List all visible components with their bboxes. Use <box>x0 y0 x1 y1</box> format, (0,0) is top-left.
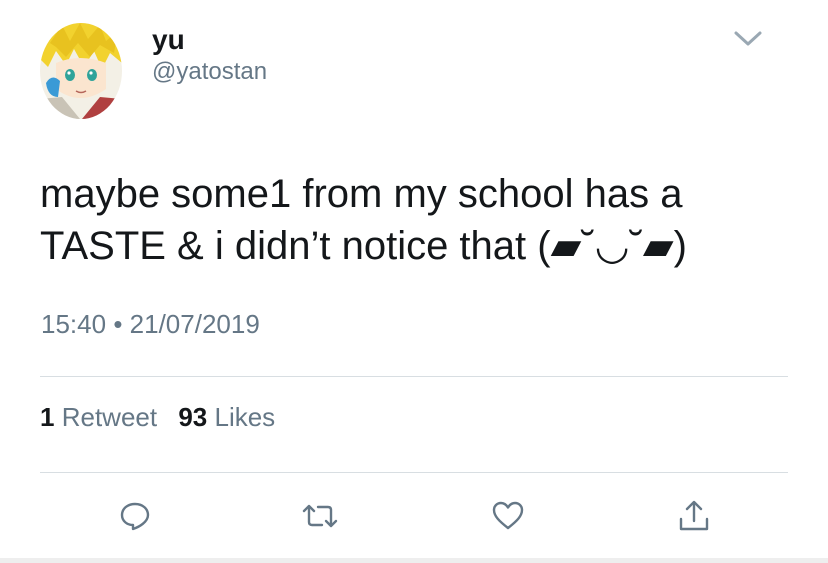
divider <box>40 376 788 377</box>
heart-icon <box>492 501 524 530</box>
user-handle[interactable]: @yatostan <box>152 58 267 86</box>
tweet-time: 15:40 <box>41 309 107 339</box>
divider <box>40 472 788 473</box>
bottom-border <box>0 558 828 563</box>
likes-count: 93 <box>178 402 208 432</box>
share-button[interactable] <box>674 496 714 536</box>
engagement-stats: 1 Retweet 93 Likes <box>40 400 289 434</box>
likes-stat[interactable]: 93 Likes <box>178 402 275 432</box>
tweet-text-line: TASTE & i didn’t notice that (▰˘◡˘▰) <box>40 224 687 268</box>
retweets-stat[interactable]: 1 Retweet <box>40 402 157 432</box>
reply-icon <box>120 502 150 531</box>
tweet-date: 21/07/2019 <box>129 309 260 339</box>
reply-button[interactable] <box>115 496 155 536</box>
likes-label: Likes <box>214 402 276 432</box>
tweet-text-line: maybe some1 from my school has a <box>40 172 683 216</box>
chevron-down-icon[interactable] <box>733 28 763 50</box>
share-icon <box>679 500 709 531</box>
retweet-icon <box>302 504 338 528</box>
retweet-button[interactable] <box>300 496 340 536</box>
timestamp-separator: • <box>113 309 123 339</box>
display-name[interactable]: yu <box>152 24 185 56</box>
retweets-label: Retweet <box>61 402 158 432</box>
tweet-timestamp[interactable]: 15:40 • 21/07/2019 <box>41 307 260 341</box>
avatar[interactable] <box>40 23 122 119</box>
tweet-text: maybe some1 from my school has a TASTE &… <box>40 168 800 272</box>
like-button[interactable] <box>488 496 528 536</box>
retweets-count: 1 <box>40 402 55 432</box>
